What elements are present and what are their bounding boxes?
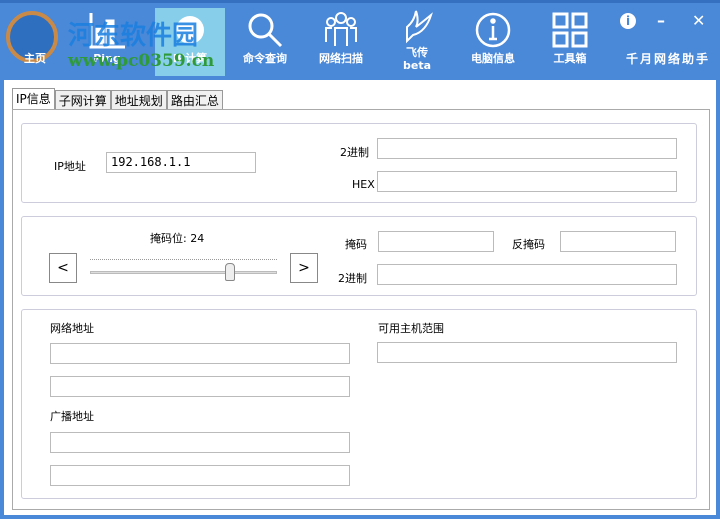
nav-label: 电脑信息 <box>471 52 515 65</box>
nav-bird[interactable]: 飞传 beta <box>382 8 452 76</box>
broadcast-address-input[interactable] <box>50 432 350 453</box>
mask-slider-thumb[interactable] <box>225 263 236 281</box>
network-address-label: 网络地址 <box>50 322 94 335</box>
nav-label: 工具箱 <box>553 52 587 65</box>
increase-button[interactable]: > <box>290 253 318 283</box>
tab-panel: IP地址 192.168.1.1 2进制 HEX 掩码位: 24 < > 掩码 … <box>12 109 710 510</box>
mask-binary-input[interactable] <box>377 264 677 285</box>
mask-slider-track[interactable] <box>90 271 277 274</box>
home-icon <box>0 8 70 52</box>
search-icon <box>230 8 300 52</box>
grid-icon <box>535 8 605 52</box>
tab-address-plan[interactable]: 地址规划 <box>110 90 167 110</box>
nav-grid[interactable]: 工具箱 <box>535 8 605 76</box>
nav-home[interactable]: 主页 <box>0 8 70 76</box>
info-icon[interactable]: i <box>620 13 636 29</box>
host-range-input[interactable] <box>377 342 677 363</box>
mask-binary-label: 2进制 <box>338 272 367 285</box>
broadcast-address-label: 广播地址 <box>50 410 94 423</box>
nav-label: 命令查询 <box>243 52 287 65</box>
nav-label: 网络扫描 <box>319 52 363 65</box>
tab-ip-info[interactable]: IP信息 <box>12 88 55 111</box>
binary-label: 2进制 <box>340 146 369 159</box>
tab-bar: IP信息 子网计算 地址规划 路由汇总 <box>12 88 223 111</box>
mask-group: 掩码位: 24 < > 掩码 反掩码 2进制 <box>21 216 697 296</box>
nav-search[interactable]: 命令查询 <box>230 8 300 76</box>
watermark-url: www.pc0359.cn <box>68 51 215 71</box>
close-button[interactable]: ✕ <box>692 11 705 30</box>
ip-group: IP地址 192.168.1.1 2进制 HEX <box>21 123 697 203</box>
network-address-input-2[interactable] <box>50 376 350 397</box>
hex-label: HEX <box>352 178 375 191</box>
result-group: 网络地址 广播地址 可用主机范围 <box>21 309 697 499</box>
ip-label: IP地址 <box>54 160 86 173</box>
inverse-mask-label: 反掩码 <box>512 238 545 251</box>
app-title: 千月网络助手 <box>625 52 710 66</box>
mask-label: 掩码 <box>345 238 367 251</box>
bird-icon <box>382 8 452 46</box>
nav-label: 飞传 <box>406 46 428 59</box>
tab-subnet-calc[interactable]: 子网计算 <box>54 90 111 110</box>
network-address-input[interactable] <box>50 343 350 364</box>
mask-bits-label: 掩码位: 24 <box>150 232 205 245</box>
ip-input[interactable]: 192.168.1.1 <box>106 152 256 173</box>
info-icon <box>458 8 528 52</box>
decrease-button[interactable]: < <box>49 253 77 283</box>
nav-info[interactable]: 电脑信息 <box>458 8 528 76</box>
nav-label-2: beta <box>402 59 431 72</box>
host-range-label: 可用主机范围 <box>378 322 444 335</box>
broadcast-address-input-2[interactable] <box>50 465 350 486</box>
mask-input[interactable] <box>378 231 494 252</box>
hex-input[interactable] <box>377 171 677 192</box>
slider-ticks <box>90 259 277 263</box>
minimize-button[interactable]: – <box>657 11 665 30</box>
binary-input[interactable] <box>377 138 677 159</box>
users-icon <box>306 8 376 52</box>
watermark-text: 河东软件园 <box>68 21 199 51</box>
tab-route-summary[interactable]: 路由汇总 <box>166 90 223 110</box>
toolbar: 主页 Ping IP计算 命令查询 网络扫描 飞传 beta 电脑信息 工具箱 河东软件园 ww… <box>0 0 720 78</box>
inverse-mask-input[interactable] <box>560 231 676 252</box>
nav-label: 主页 <box>24 52 46 65</box>
main-area: IP信息 子网计算 地址规划 路由汇总 IP地址 192.168.1.1 2进制… <box>4 80 716 515</box>
nav-users[interactable]: 网络扫描 <box>306 8 376 76</box>
